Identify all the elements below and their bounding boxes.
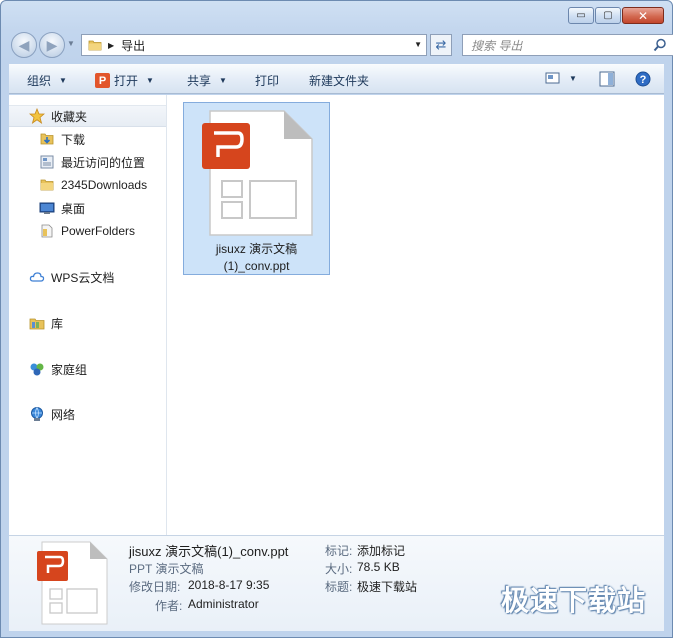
ppt-file-icon [202, 110, 313, 236]
chevron-down-icon: ▼ [219, 76, 227, 85]
command-bar: 组织 ▼ P 打开 ▼ 共享 ▼ 打印 新建文件夹 ▼ ? [9, 64, 664, 94]
sidebar-item-label: 网络 [51, 407, 76, 422]
recent-pages-dropdown[interactable]: ▼ [67, 39, 75, 48]
details-pane: jisuxz 演示文稿(1)_conv.ppt PPT 演示文稿 修改日期: 2… [9, 535, 664, 631]
share-label: 共享 [187, 74, 212, 88]
chevron-down-icon: ▼ [59, 76, 67, 85]
chevron-down-icon: ▼ [569, 73, 577, 83]
folder-icon [39, 223, 55, 239]
breadcrumb-separator-icon[interactable]: ▶ [108, 41, 114, 50]
sidebar-item-label: 库 [51, 316, 64, 331]
view-icon [545, 72, 560, 84]
search-icon [653, 38, 666, 52]
maximize-button[interactable]: ▢ [595, 7, 621, 24]
ppt-app-icon: P [95, 73, 110, 88]
file-name-line1: jisuxz 演示文稿 [215, 242, 298, 256]
sidebar-item-homegroup[interactable]: 家庭组 [9, 358, 166, 380]
minimize-button[interactable]: ▭ [568, 7, 594, 24]
preview-pane-button[interactable] [599, 71, 615, 87]
cloud-icon [29, 269, 45, 285]
watermark-logo: 极速下载站 [500, 584, 646, 617]
folder-icon [88, 40, 102, 51]
refresh-icon: ⇄ [435, 37, 447, 52]
forward-button[interactable]: ▶ [39, 32, 65, 58]
sidebar-item-label: 下载 [61, 132, 86, 147]
details-tags-label: 标记: [325, 544, 353, 558]
caption-buttons: ▭ ▢ ✕ [568, 7, 664, 24]
details-modified-label: 修改日期: [129, 580, 181, 594]
sidebar-item-downloads[interactable]: 下载 [9, 128, 166, 150]
sidebar-item-desktop[interactable]: 桌面 [9, 197, 166, 219]
sidebar-item-label: 桌面 [61, 201, 86, 216]
sidebar-item-label: WPS云文档 [51, 270, 115, 285]
recent-places-icon [39, 154, 55, 170]
details-tags-value[interactable]: 添加标记 [357, 542, 405, 559]
details-size-value: 78.5 KB [357, 560, 400, 574]
sidebar-item-label: 家庭组 [51, 362, 88, 377]
address-row: ◀ ▶ ▼ ▶ 导出 ▼ ⇄ 搜索 导出 [9, 31, 673, 59]
details-file-name: jisuxz 演示文稿(1)_conv.ppt [129, 544, 289, 559]
chevron-down-icon: ▼ [146, 76, 154, 85]
sidebar-item-wps-cloud[interactable]: WPS云文档 [9, 266, 166, 288]
folder-icon [39, 177, 55, 193]
refresh-button[interactable]: ⇄ [430, 34, 452, 56]
file-name-line2: (1)_conv.ppt [223, 259, 290, 273]
new-folder-label: 新建文件夹 [309, 74, 370, 88]
search-placeholder: 搜索 导出 [471, 38, 523, 53]
download-folder-icon [39, 131, 55, 147]
sidebar-item-libraries[interactable]: 库 [9, 312, 166, 334]
ppt-file-icon [37, 541, 108, 625]
sidebar-item-favorites[interactable]: 收藏夹 [9, 105, 166, 127]
open-label: 打开 [114, 74, 139, 88]
new-folder-button[interactable]: 新建文件夹 [309, 72, 369, 89]
back-arrow-icon: ◀ [18, 36, 30, 53]
sidebar-item-label: PowerFolders [61, 224, 136, 238]
help-button[interactable]: ? [635, 71, 651, 87]
file-list: jisuxz 演示文稿 (1)_conv.ppt [168, 95, 664, 535]
print-label: 打印 [255, 74, 280, 88]
close-button[interactable]: ✕ [622, 7, 664, 24]
preview-pane-icon [599, 71, 615, 87]
forward-arrow-icon: ▶ [46, 36, 58, 53]
sidebar-item-powerfolders[interactable]: PowerFolders [9, 220, 166, 242]
share-button[interactable]: 共享 ▼ [187, 72, 227, 89]
address-dropdown-icon[interactable]: ▼ [414, 40, 422, 49]
homegroup-icon [29, 361, 45, 377]
details-author-label: 作者: [155, 599, 183, 613]
search-input[interactable]: 搜索 导出 [462, 34, 673, 56]
desktop-icon [39, 200, 55, 216]
file-item[interactable]: jisuxz 演示文稿 (1)_conv.ppt [183, 102, 330, 275]
details-title-value[interactable]: 极速下载站 [357, 578, 417, 595]
sidebar-item-label: 最近访问的位置 [61, 155, 146, 170]
svg-text:?: ? [640, 74, 647, 86]
organize-label: 组织 [27, 74, 52, 88]
details-title-label: 标题: [325, 580, 353, 594]
explorer-window: ▭ ▢ ✕ ◀ ▶ ▼ ▶ 导出 ▼ ⇄ 搜索 导出 组织 ▼ P 打开 ▼ 共… [0, 0, 673, 638]
sidebar-item-2345downloads[interactable]: 2345Downloads [9, 174, 166, 196]
organize-button[interactable]: 组织 ▼ [27, 72, 67, 89]
view-options-button[interactable]: ▼ [545, 71, 577, 85]
open-button[interactable]: P 打开 ▼ [95, 72, 154, 89]
library-icon [29, 315, 45, 331]
breadcrumb-current[interactable]: 导出 [121, 37, 145, 54]
details-file-type: PPT 演示文稿 [129, 562, 204, 576]
sidebar-item-recent-places[interactable]: 最近访问的位置 [9, 151, 166, 173]
network-icon [29, 406, 45, 422]
back-button[interactable]: ◀ [11, 32, 37, 58]
star-icon [29, 108, 45, 124]
navigation-pane: 收藏夹 下载 最近访问的位置 2345Downloads 桌面 PowerFol… [9, 95, 167, 535]
sidebar-item-label: 收藏夹 [51, 109, 88, 124]
file-name: jisuxz 演示文稿 (1)_conv.ppt [184, 241, 329, 275]
help-icon: ? [635, 71, 651, 87]
sidebar-item-network[interactable]: 网络 [9, 403, 166, 425]
details-size-label: 大小: [325, 562, 353, 576]
sidebar-item-label: 2345Downloads [61, 178, 148, 192]
content-area: 收藏夹 下载 最近访问的位置 2345Downloads 桌面 PowerFol… [9, 95, 664, 535]
details-modified-value: 2018-8-17 9:35 [188, 578, 270, 592]
details-author-value[interactable]: Administrator [188, 597, 259, 611]
address-bar[interactable]: ▶ 导出 ▼ [81, 34, 427, 56]
print-button[interactable]: 打印 [255, 72, 279, 89]
